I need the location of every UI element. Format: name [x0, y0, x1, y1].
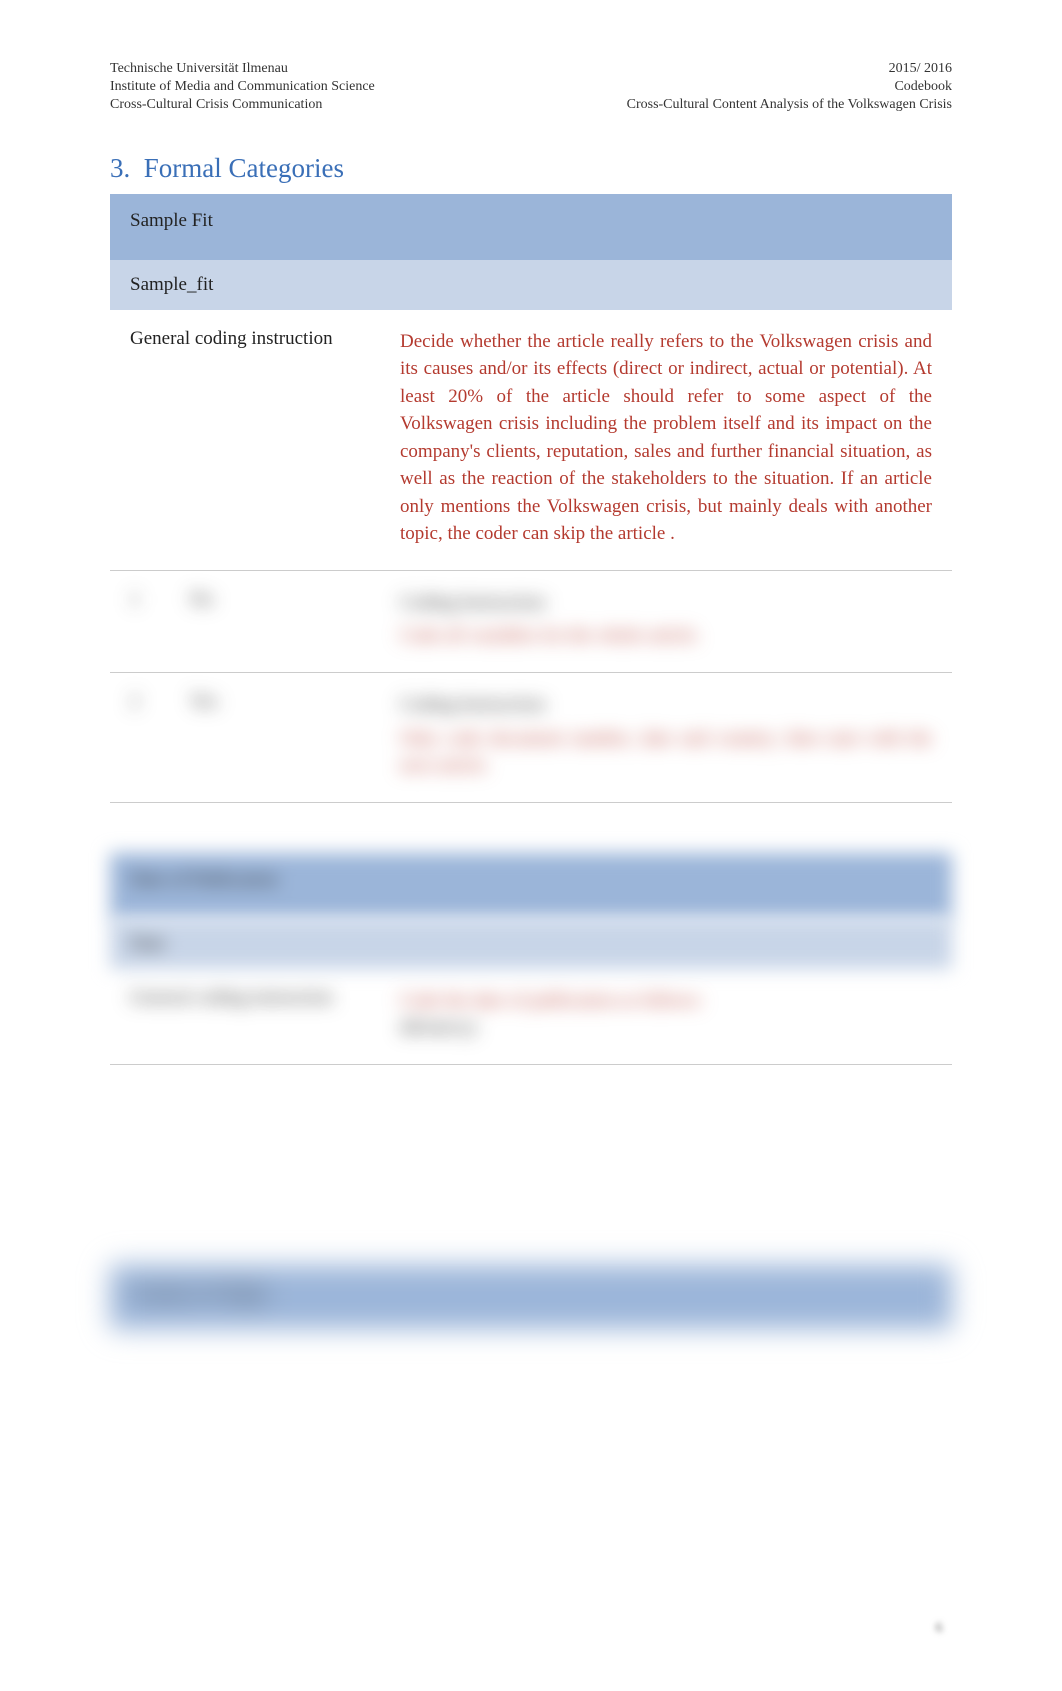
row-code: 1 — [110, 570, 170, 672]
table-row: 1 No Coding Instruction: Code all variab… — [110, 570, 952, 672]
table-country-origin: Country of Origin — [110, 1265, 952, 1329]
row-desc-text: Code the date of publication as follows: — [400, 990, 703, 1011]
row-code: 2 — [110, 673, 170, 803]
header-left: Technische Universität Ilmenau Institute… — [110, 60, 375, 115]
header-institute: Institute of Media and Communication Sci… — [110, 78, 375, 96]
table-title: Date of Publication — [110, 853, 952, 919]
table-variable: Sample_fit — [110, 260, 952, 310]
spacer — [110, 803, 952, 843]
row-desc-format: dd/mm/yy — [400, 1017, 478, 1038]
header-subject: Cross-Cultural Crisis Communication — [110, 96, 375, 114]
table-date-publication: Date of Publication Date General coding … — [110, 853, 952, 1065]
page-header: Technische Universität Ilmenau Institute… — [110, 60, 952, 115]
row-desc-text: Only code document number, date and coun… — [400, 728, 932, 777]
header-institution: Technische Universität Ilmenau — [110, 60, 375, 78]
document-page: Technische Universität Ilmenau Institute… — [0, 0, 1062, 1691]
row-description: Coding Instruction: Code all variables f… — [380, 570, 952, 672]
table-title: Sample Fit — [110, 194, 952, 260]
table-title: Country of Origin — [110, 1265, 952, 1329]
section-number: 3. — [110, 153, 130, 183]
header-year: 2015/ 2016 — [627, 60, 952, 78]
row-name: No — [170, 570, 380, 672]
row-description: Decide whether the article really refers… — [380, 310, 952, 571]
row-label: General coding instruction — [110, 310, 380, 571]
table-sample-fit: Sample Fit Sample_fit General coding ins… — [110, 194, 952, 803]
row-desc-text: Code all variables for the whole article… — [400, 625, 700, 646]
row-name: Yes — [170, 673, 380, 803]
section-title: Formal Categories — [144, 153, 344, 183]
table-row: General coding instruction Code the date… — [110, 969, 952, 1065]
row-sublabel: Coding Instruction: — [400, 691, 932, 719]
table-title-row: Date of Publication — [110, 853, 952, 919]
page-number: 6 — [926, 1615, 952, 1641]
table-row: General coding instruction Decide whethe… — [110, 310, 952, 571]
section-heading: 3. Formal Categories — [110, 153, 952, 184]
header-right: 2015/ 2016 Codebook Cross-Cultural Conte… — [627, 60, 952, 115]
table-row: 2 Yes Coding Instruction: Only code docu… — [110, 673, 952, 803]
table-variable-row: Date — [110, 919, 952, 969]
table-variable-row: Sample_fit — [110, 260, 952, 310]
header-doctype: Codebook — [627, 78, 952, 96]
row-label: General coding instruction — [110, 969, 380, 1065]
table-title-row: Country of Origin — [110, 1265, 952, 1329]
table-title-row: Sample Fit — [110, 194, 952, 260]
row-description: Coding Instruction: Only code document n… — [380, 673, 952, 803]
row-description: Code the date of publication as follows:… — [380, 969, 952, 1065]
table-variable: Date — [110, 919, 952, 969]
row-sublabel: Coding Instruction: — [400, 589, 932, 617]
header-topic: Cross-Cultural Content Analysis of the V… — [627, 96, 952, 114]
